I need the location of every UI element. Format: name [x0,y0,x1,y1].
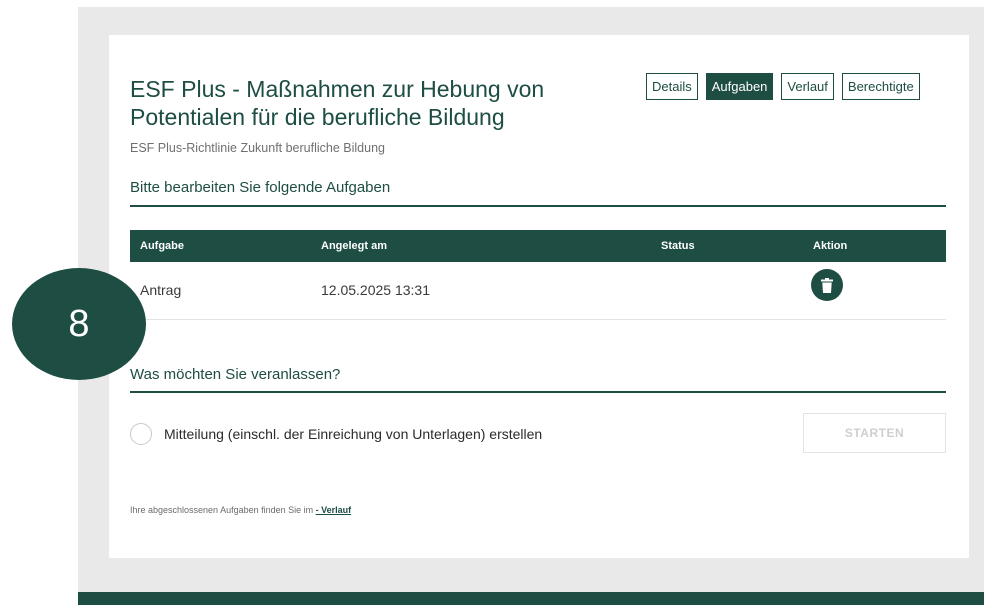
column-header-status: Status [661,240,695,252]
page-title: ESF Plus - Maßnahmen zur Hebung von Pote… [130,76,545,130]
mitteilung-label[interactable]: Mitteilung (einschl. der Einreichung von… [164,426,542,442]
tasks-divider [130,205,946,207]
verlauf-link[interactable]: - Verlauf [316,505,352,515]
actions-divider [130,391,946,393]
tasks-heading: Bitte bearbeiten Sie folgende Aufgaben [130,179,391,196]
column-header-angelegt: Angelegt am [321,240,388,252]
start-button[interactable]: STARTEN [803,413,946,453]
actions-heading: Was möchten Sie veranlassen? [130,366,341,383]
page-subtitle: ESF Plus-Richtlinie Zukunft berufliche B… [130,141,385,155]
footer-bar [78,592,984,605]
task-created: 12.05.2025 13:31 [321,282,430,298]
mitteilung-radio[interactable] [130,423,152,445]
delete-task-button[interactable] [811,269,843,301]
action-option: Mitteilung (einschl. der Einreichung von… [130,423,542,445]
tasks-table: Aufgabe Angelegt am Status Aktion Antrag… [130,230,946,320]
tab-verlauf[interactable]: Verlauf [781,73,834,100]
process-card: ESF Plus - Maßnahmen zur Hebung von Pote… [109,35,969,558]
tab-bar: Details Aufgaben Verlauf Berechtigte [646,73,920,100]
task-name: Antrag [140,282,182,298]
tab-berechtigte[interactable]: Berechtigte [841,73,920,100]
column-header-aufgabe: Aufgabe [140,240,184,252]
step-number-badge: 8 [12,268,146,380]
completed-tasks-note: Ihre abgeschlossenen Aufgaben finden Sie… [130,505,351,515]
table-header: Aufgabe Angelegt am Status Aktion [130,230,946,262]
column-header-aktion: Aktion [813,240,848,252]
tab-details[interactable]: Details [646,73,698,100]
trash-icon [821,277,833,293]
table-row: Antrag 12.05.2025 13:31 [130,262,946,320]
tab-aufgaben[interactable]: Aufgaben [705,73,774,100]
completed-tasks-text: Ihre abgeschlossenen Aufgaben finden Sie… [130,505,316,515]
